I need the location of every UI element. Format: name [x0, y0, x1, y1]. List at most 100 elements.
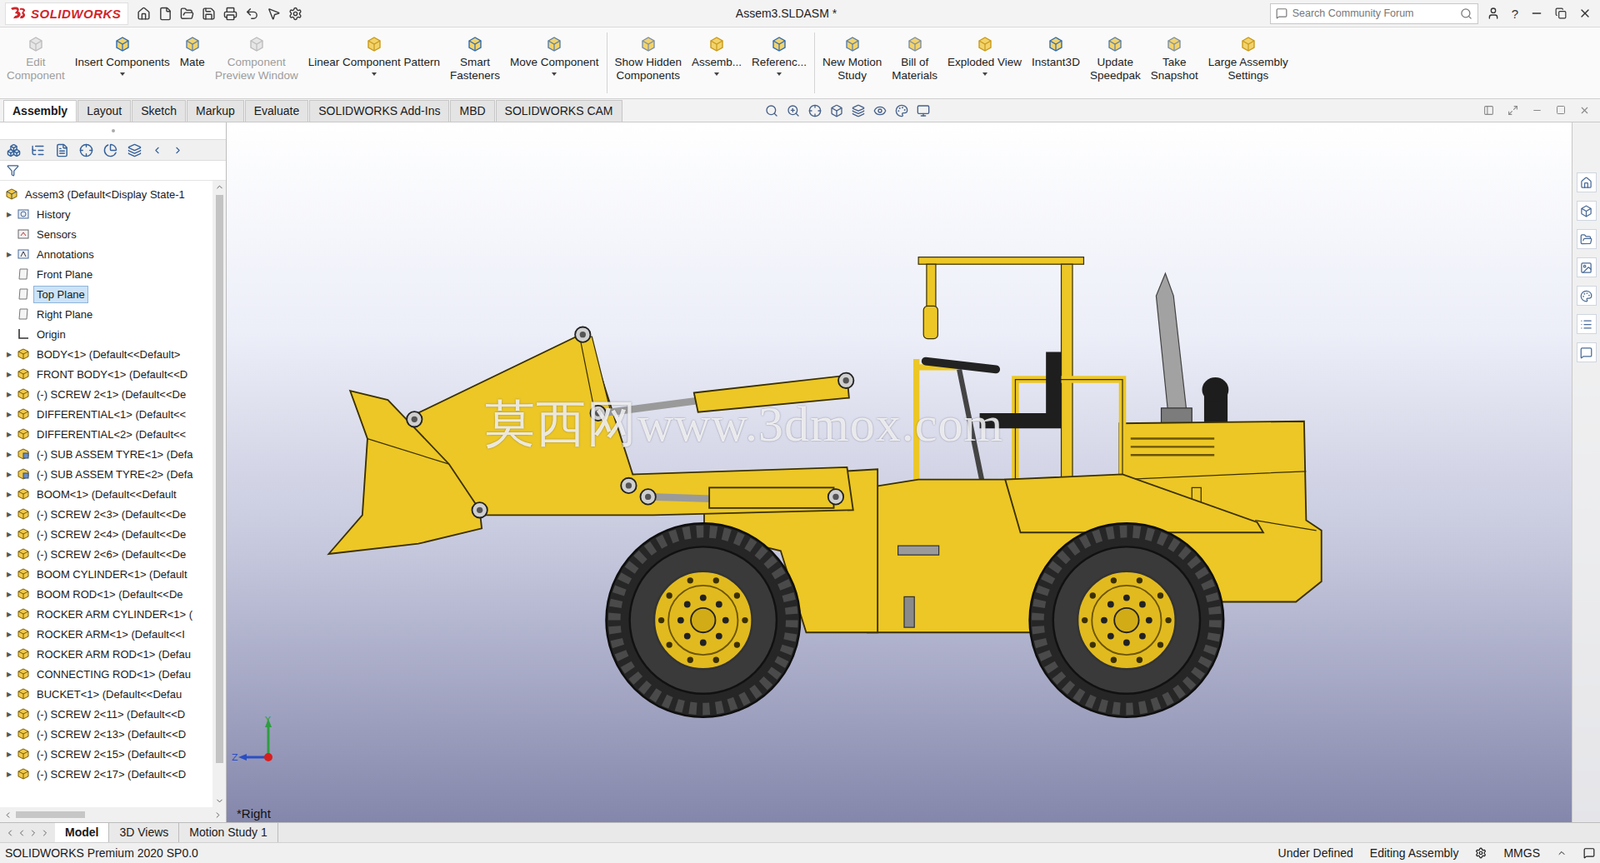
bottom-tab[interactable]: Model — [55, 823, 110, 843]
view-tool-icon[interactable] — [765, 104, 779, 118]
tree-item[interactable]: ▶(-) SCREW 2<1> (Default<<De — [0, 384, 213, 405]
next-tab-icon[interactable] — [28, 828, 39, 839]
tree-item[interactable]: Top Plane — [0, 284, 213, 305]
tree-item[interactable]: ▶(-) SCREW 2<6> (Default<<De — [0, 544, 213, 565]
view-tool-icon[interactable] — [916, 104, 930, 118]
first-tab-icon[interactable] — [5, 828, 15, 839]
minimize-icon[interactable] — [1530, 6, 1544, 20]
search-field[interactable]: Search Community Forum — [1270, 3, 1479, 25]
ribbon-button[interactable]: ComponentPreview Window — [210, 27, 304, 99]
expand-arrow-icon[interactable]: ▶ — [5, 510, 14, 519]
scroll-left-icon[interactable] — [151, 145, 163, 156]
wheel[interactable] — [1030, 523, 1225, 718]
tree-item[interactable]: ▶ROCKER ARM CYLINDER<1> ( — [0, 604, 213, 625]
scroll-thumb[interactable] — [215, 195, 224, 764]
task-pane-tab[interactable] — [1576, 200, 1597, 221]
dropdown-arrow-icon[interactable] — [982, 72, 988, 76]
ribbon-button[interactable]: New MotionStudy — [817, 27, 887, 99]
manager-tab-icon[interactable] — [55, 143, 70, 158]
command-tab[interactable]: Assembly — [3, 100, 77, 122]
dropdown-arrow-icon[interactable] — [120, 72, 125, 76]
scroll-up-icon[interactable] — [215, 182, 225, 192]
minimize-view-icon[interactable] — [1531, 105, 1543, 116]
tree-item[interactable]: ▶(-) SCREW 2<4> (Default<<De — [0, 524, 213, 545]
panel-handle[interactable] — [0, 122, 226, 140]
manager-tab-icon[interactable] — [79, 143, 94, 158]
command-tab[interactable]: Evaluate — [245, 100, 309, 122]
command-tab[interactable]: MBD — [450, 100, 495, 122]
expand-arrow-icon[interactable]: ▶ — [5, 250, 14, 259]
ribbon-button[interactable]: Move Component — [505, 27, 605, 99]
quick-access-icon[interactable] — [288, 6, 303, 21]
restore-view-icon[interactable] — [1555, 105, 1566, 115]
filter-row[interactable] — [0, 160, 226, 181]
tree-item[interactable]: ▶DIFFERENTIAL<1> (Default<< — [0, 404, 213, 425]
view-tool-icon[interactable] — [830, 104, 844, 118]
expand-arrow-icon[interactable]: ▶ — [5, 530, 14, 539]
wheel[interactable] — [605, 523, 800, 718]
tree-item[interactable]: Sensors — [0, 224, 213, 245]
expand-arrow-icon[interactable]: ▶ — [5, 450, 14, 459]
expand-arrow-icon[interactable]: ▶ — [5, 350, 14, 359]
tree-item[interactable]: ▶BOOM ROD<1> (Default<<De — [0, 584, 213, 605]
restore-icon[interactable] — [1555, 7, 1567, 20]
user-icon[interactable] — [1486, 6, 1500, 20]
tree-item[interactable]: ▶BOOM CYLINDER<1> (Default — [0, 564, 213, 585]
ribbon-button[interactable]: Assemb... — [686, 27, 747, 99]
dropdown-arrow-icon[interactable] — [371, 72, 377, 76]
manager-tab-icon[interactable] — [103, 143, 118, 158]
ribbon-button[interactable]: Instant3D — [1026, 27, 1085, 99]
expand-arrow-icon[interactable]: ▶ — [5, 650, 14, 659]
command-tab[interactable]: Sketch — [131, 100, 186, 122]
quick-access-icon[interactable] — [180, 6, 195, 21]
tree-item[interactable]: ▶(-) SUB ASSEM TYRE<1> (Defa — [0, 444, 213, 465]
scroll-down-icon[interactable] — [215, 796, 225, 806]
tree-item[interactable]: ▶(-) SCREW 2<3> (Default<<De — [0, 504, 213, 525]
last-tab-icon[interactable] — [40, 828, 50, 839]
ribbon-button[interactable]: Exploded View — [942, 27, 1027, 99]
dropdown-arrow-icon[interactable] — [776, 72, 782, 76]
quick-access-icon[interactable] — [266, 6, 281, 21]
tree-item[interactable]: ▶BOOM<1> (Default<<Default — [0, 484, 213, 505]
task-pane-tab[interactable] — [1576, 342, 1597, 363]
manager-tab-icon[interactable] — [6, 143, 21, 158]
view-tool-icon[interactable] — [786, 104, 800, 118]
dropdown-arrow-icon[interactable] — [714, 72, 720, 76]
expand-arrow-icon[interactable]: ▶ — [5, 390, 14, 399]
tree-scrollbar[interactable] — [212, 180, 226, 808]
command-tab[interactable]: Markup — [186, 100, 245, 122]
bottom-tab[interactable]: 3D Views — [109, 823, 180, 843]
tile-icon[interactable] — [1483, 105, 1495, 116]
view-tool-icon[interactable] — [895, 104, 909, 118]
manager-tab-icon[interactable] — [127, 143, 142, 158]
ribbon-button[interactable]: TakeSnapshot — [1145, 27, 1204, 99]
manager-tab-icon[interactable] — [30, 143, 45, 158]
scroll-right-icon[interactable] — [172, 145, 184, 156]
dropdown-arrow-icon[interactable] — [551, 72, 557, 76]
task-pane-tab[interactable] — [1576, 285, 1597, 306]
tree-item[interactable]: ▶DIFFERENTIAL<2> (Default<< — [0, 424, 213, 445]
ribbon-button[interactable]: Large AssemblySettings — [1203, 27, 1294, 99]
search-icon[interactable] — [1460, 7, 1473, 20]
scroll-thumb[interactable] — [15, 811, 85, 819]
scroll-right-icon[interactable] — [213, 810, 223, 820]
view-tool-icon[interactable] — [808, 104, 822, 118]
tree-item[interactable]: ▶ROCKER ARM<1> (Default<<I — [0, 624, 213, 645]
tree-item[interactable]: ▶ROCKER ARM ROD<1> (Defau — [0, 644, 213, 665]
tree-root[interactable]: Assem3 (Default<Display State-1 — [0, 184, 213, 205]
tree-item[interactable]: Origin — [0, 324, 213, 345]
bottom-tab[interactable]: Motion Study 1 — [179, 823, 278, 843]
expand-arrow-icon[interactable]: ▶ — [5, 550, 14, 559]
loader-model[interactable] — [226, 122, 1600, 823]
app-logo[interactable]: SOLIDWORKS — [5, 2, 129, 25]
maximize-view-icon[interactable] — [1507, 105, 1519, 116]
expand-arrow-icon[interactable]: ▶ — [5, 410, 14, 419]
rebuild-icon[interactable] — [1475, 847, 1487, 860]
tree-item[interactable]: ▶Annotations — [0, 244, 213, 265]
expand-arrow-icon[interactable]: ▶ — [5, 430, 14, 439]
tree-item[interactable]: ▶History — [0, 204, 213, 225]
tree-item[interactable]: ▶(-) SCREW 2<11> (Default<<D — [0, 704, 213, 725]
expand-arrow-icon[interactable]: ▶ — [5, 470, 14, 479]
quick-access-icon[interactable] — [136, 6, 151, 21]
expand-arrow-icon[interactable]: ▶ — [5, 610, 14, 619]
